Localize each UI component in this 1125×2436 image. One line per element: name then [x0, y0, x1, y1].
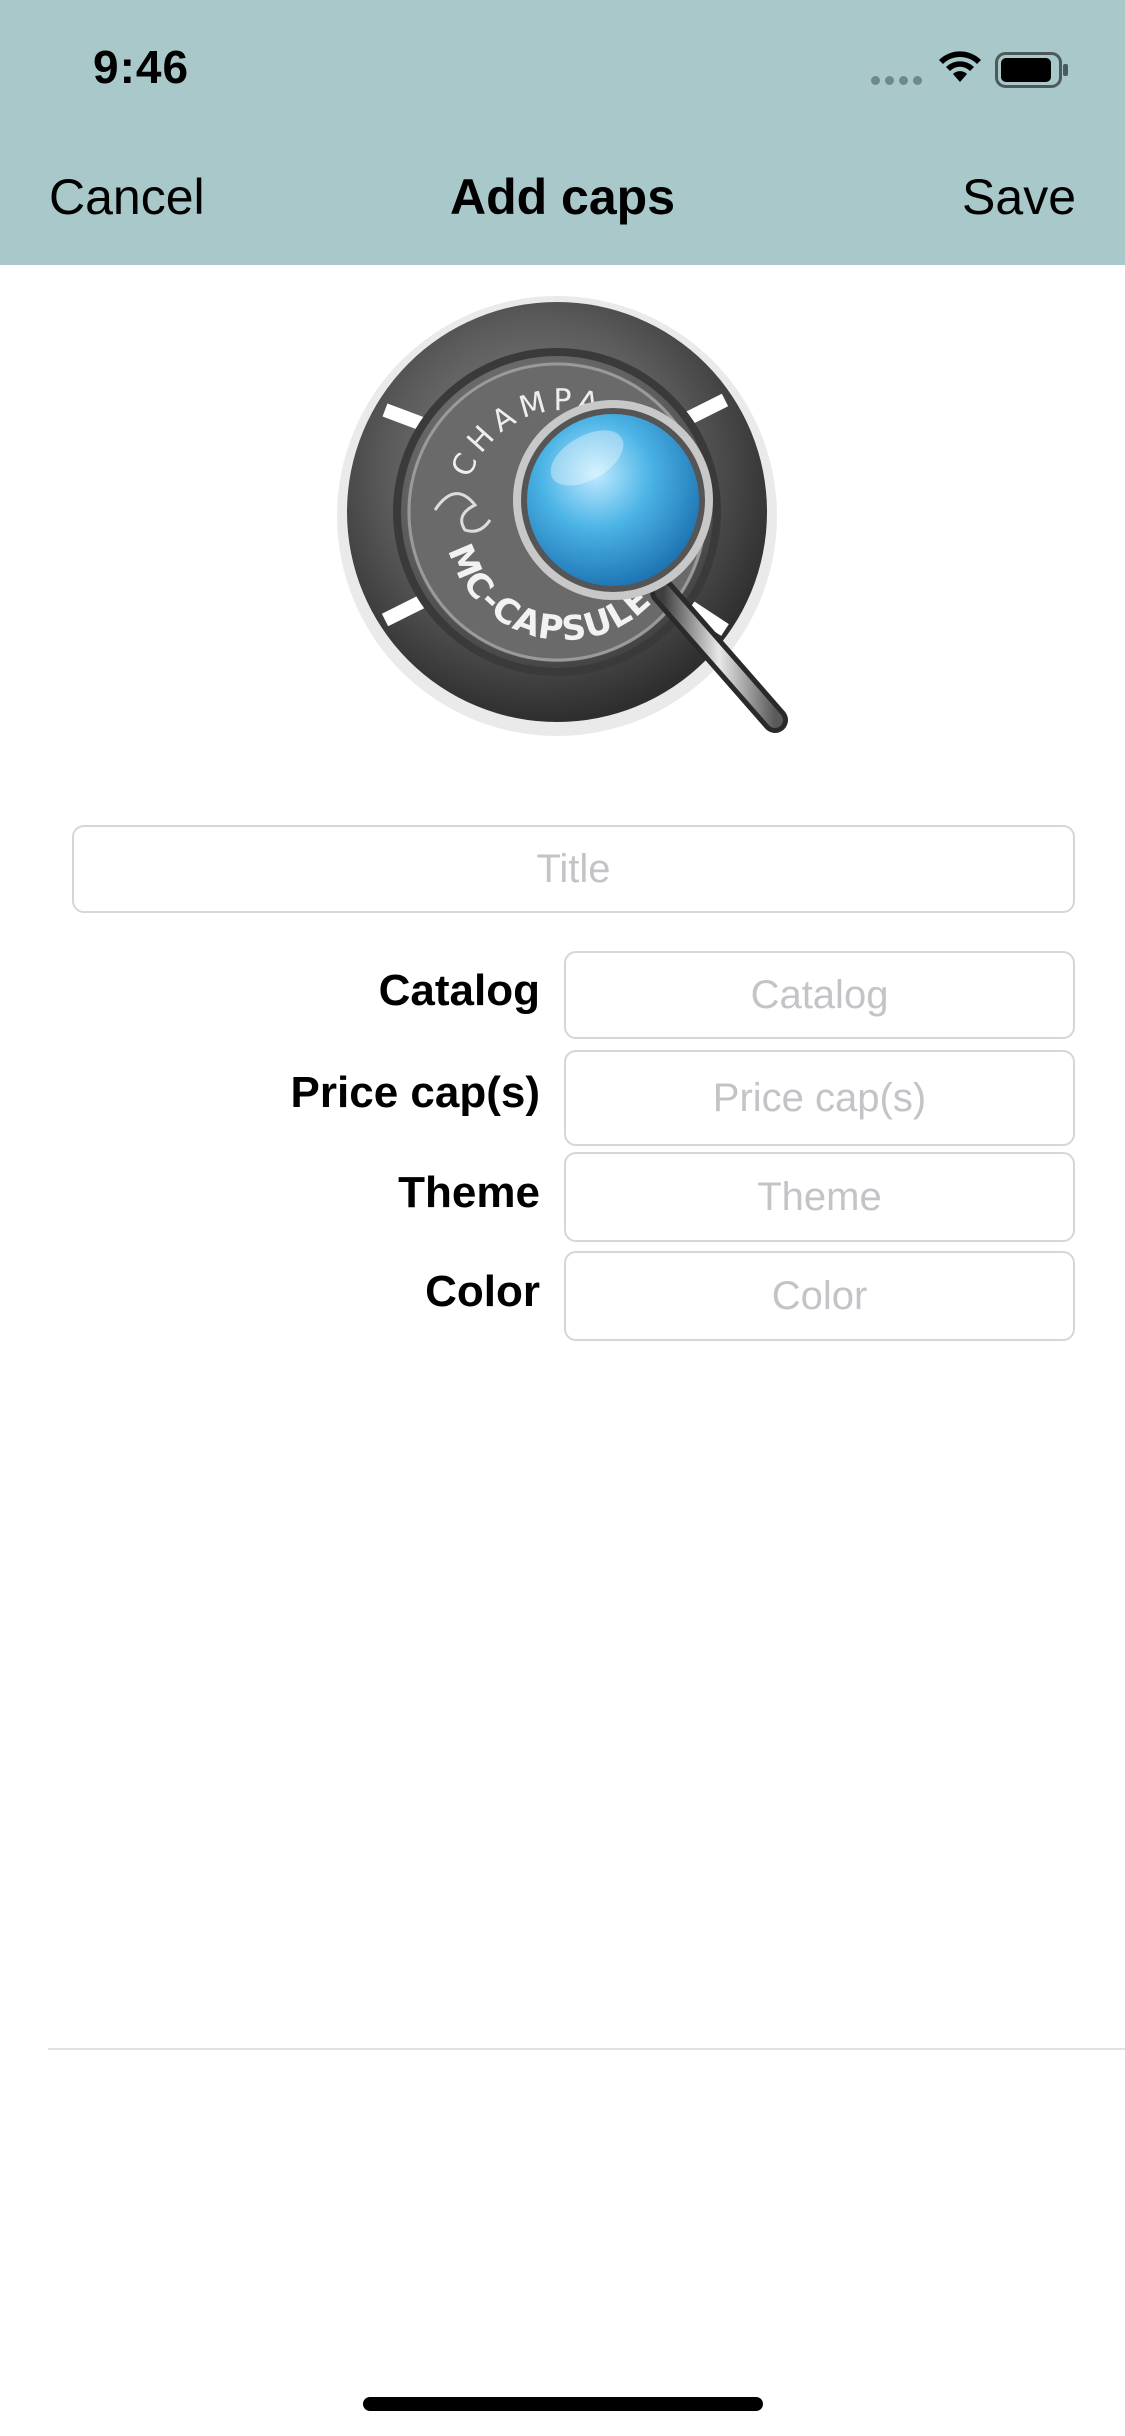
divider [48, 2048, 1125, 2050]
status-time: 9:46 [93, 41, 190, 93]
wifi-icon [939, 51, 981, 82]
theme-input[interactable] [564, 1152, 1075, 1242]
color-input[interactable] [564, 1251, 1075, 1341]
price-input[interactable] [564, 1050, 1075, 1146]
title-input[interactable] [72, 825, 1075, 913]
save-button[interactable]: Save [962, 168, 1076, 226]
theme-label: Theme [398, 1168, 540, 1217]
cap-photo-picker[interactable]: CHAMPAGNE MC-CAPSULE [325, 280, 805, 760]
price-label: Price cap(s) [290, 1068, 540, 1117]
color-label: Color [425, 1267, 540, 1316]
battery-icon [995, 52, 1068, 88]
header-bar: 9:46 Cancel Add caps Save [0, 0, 1125, 265]
catalog-input[interactable] [564, 951, 1075, 1039]
home-indicator[interactable] [363, 2397, 763, 2411]
cellular-signal-icon [871, 76, 922, 85]
status-indicators [871, 48, 1081, 92]
catalog-label: Catalog [378, 966, 540, 1015]
add-caps-screen: 9:46 Cancel Add caps Save CHAMP MC-CAPSU… [0, 0, 1125, 2436]
page-title: Add caps [449, 169, 676, 225]
